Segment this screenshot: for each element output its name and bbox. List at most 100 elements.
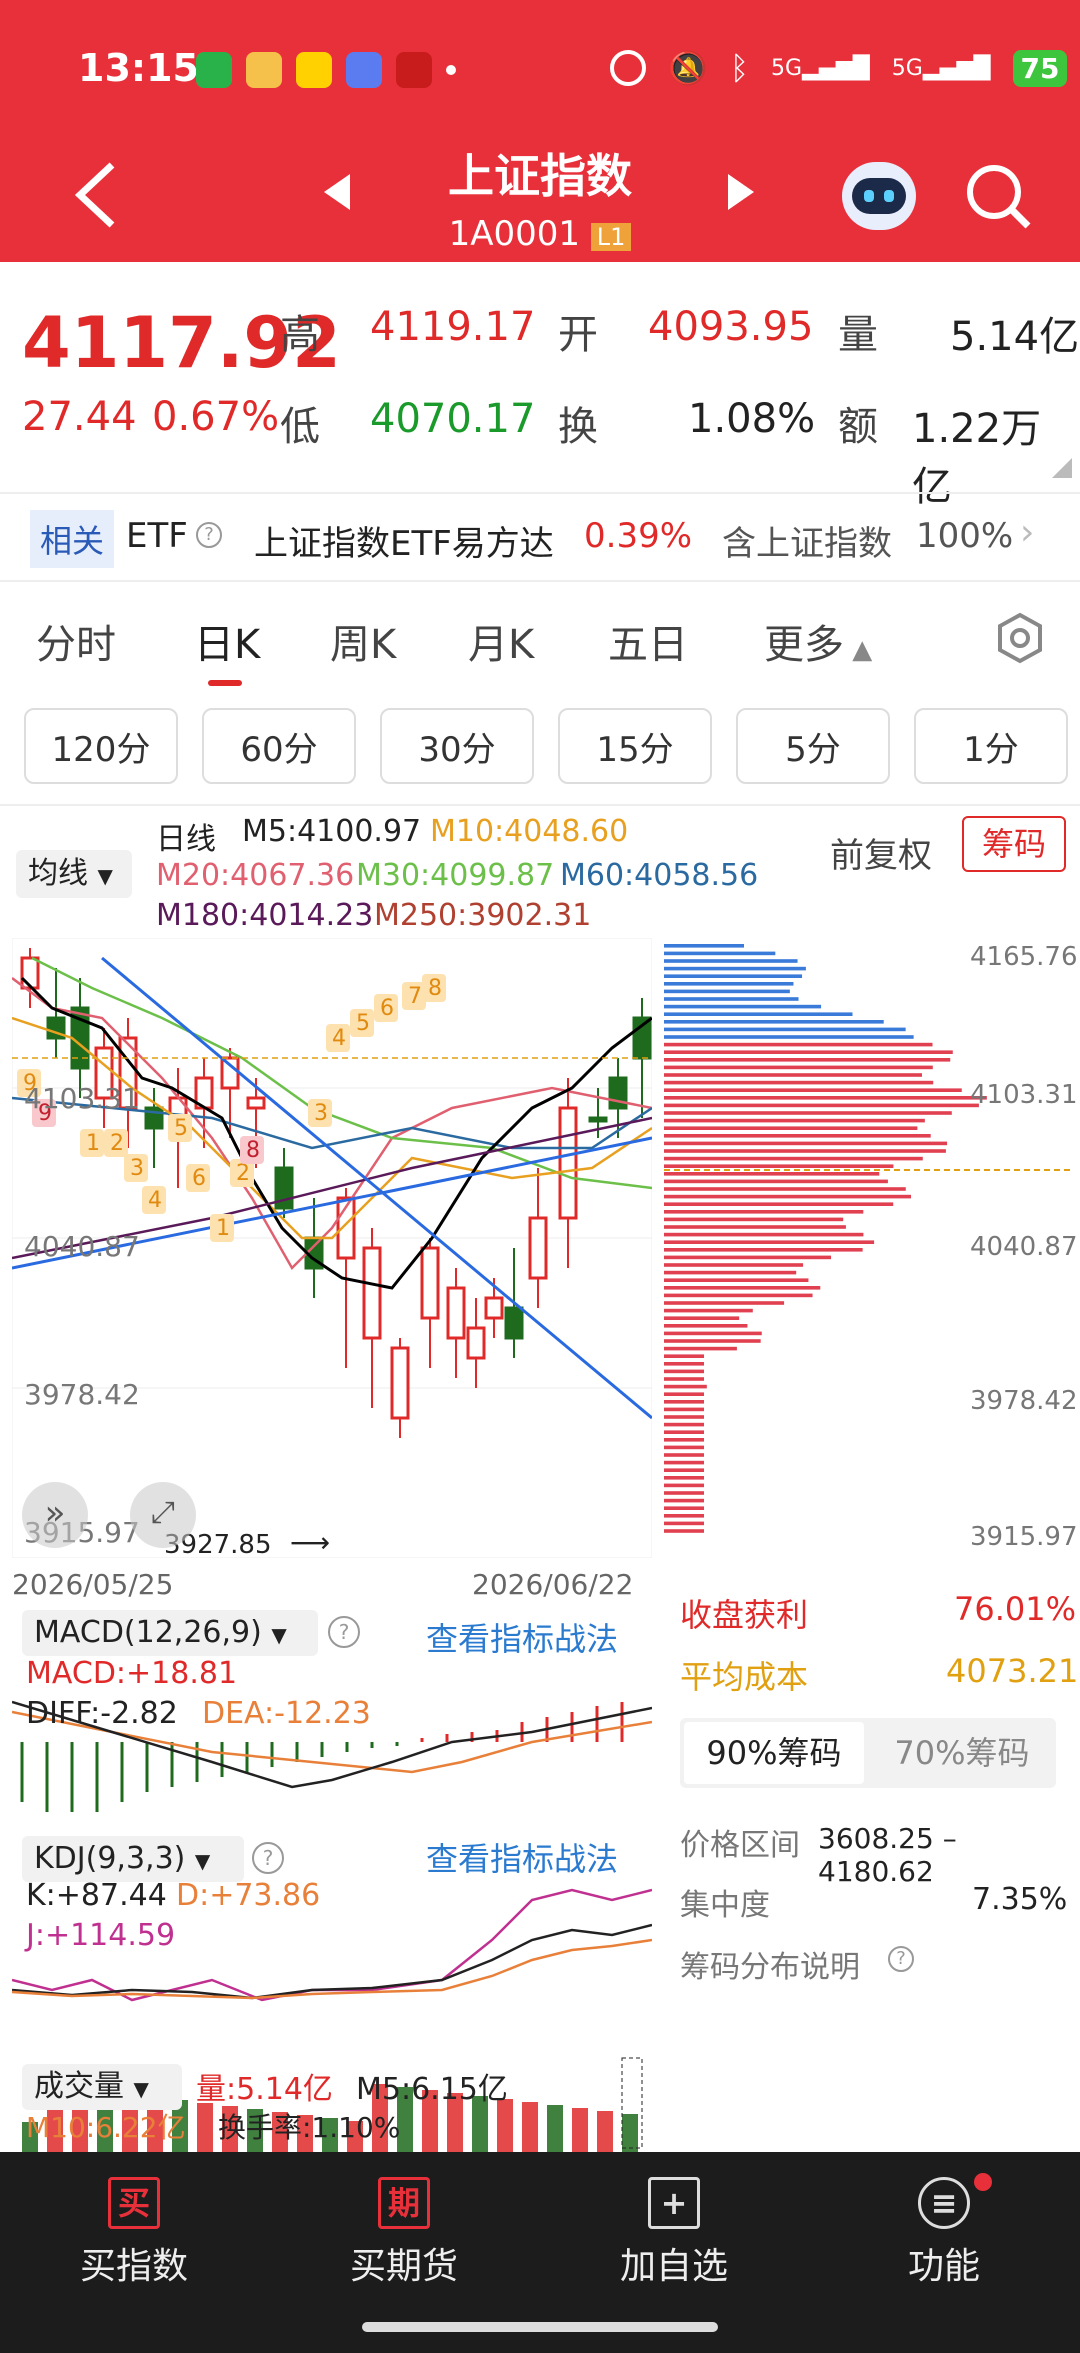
more-notifications-icon xyxy=(446,65,456,75)
chip-bar xyxy=(664,1498,704,1503)
turnover-label: 换 xyxy=(558,404,598,450)
open-label: 开 xyxy=(558,312,598,358)
tab-five-day[interactable]: 五日 xyxy=(608,612,688,670)
td-count-label: 6 xyxy=(192,1166,206,1191)
chip-price-label: 4103.31 xyxy=(970,1080,1078,1110)
volume-bar xyxy=(522,2102,538,2152)
candle-up xyxy=(466,1326,486,1360)
settings-hex-icon[interactable] xyxy=(994,612,1046,664)
nav-functions[interactable]: ≡ 功能 xyxy=(844,2173,1044,2289)
back-icon[interactable] xyxy=(72,160,120,230)
chip-bar xyxy=(664,1430,704,1434)
ma-period-label: 日线 xyxy=(156,822,216,857)
futures-icon: 期 xyxy=(378,2177,430,2229)
chip-bar xyxy=(664,1308,753,1313)
chip-bar xyxy=(664,1316,740,1320)
chip-bar xyxy=(664,1042,933,1047)
amount-label: 额 xyxy=(838,404,878,450)
macd-value: MACD:+18.81 xyxy=(26,1656,238,1691)
turnover-value: 1.08% xyxy=(688,396,816,442)
chip-bar xyxy=(664,1179,888,1184)
help-icon[interactable]: ? xyxy=(328,1616,360,1648)
help-icon[interactable]: ? xyxy=(252,1842,284,1874)
candle-up xyxy=(362,1246,382,1340)
chip-bar xyxy=(664,974,803,978)
td-count-label: 4 xyxy=(332,1026,346,1051)
kdj-selector[interactable]: KDJ(9,3,3) ▼ xyxy=(22,1836,244,1882)
interval-5min-button[interactable]: 5分 xyxy=(736,708,890,784)
title-block: 上证指数 1A0001 L1 xyxy=(380,140,700,254)
k-price-label: 4103.31 xyxy=(24,1082,140,1115)
profit-label: 收盘获利 xyxy=(680,1596,809,1634)
chip-bar xyxy=(664,1255,832,1260)
nav-add-watchlist[interactable]: + 加自选 xyxy=(574,2177,774,2289)
expand-corner-icon[interactable] xyxy=(1052,458,1072,478)
tab-70-chips[interactable]: 70%筹码 xyxy=(872,1722,1052,1784)
fullscreen-icon[interactable]: ⤢ xyxy=(130,1482,196,1548)
turnover-rate-value: 换手率:1.10% xyxy=(218,2111,401,2144)
nav-label: 买期货 xyxy=(349,2246,458,2287)
chip-explain-link[interactable]: 筹码分布说明 xyxy=(680,1942,860,1986)
etf-weight: 100% xyxy=(916,516,1014,556)
robot-assistant-icon[interactable] xyxy=(842,162,916,230)
date-end-label: 2026/06/22 xyxy=(472,1568,634,1601)
etf-name: 上证指数ETF易方达 xyxy=(254,524,554,564)
chip-bar xyxy=(664,1324,748,1328)
related-etf-bar[interactable]: 相关 ETF ? 上证指数ETF易方达 0.39% 含上证指数 100% › xyxy=(0,492,1080,582)
chips-button[interactable]: 筹码 xyxy=(962,816,1066,872)
chip-price-label: 4165.76 xyxy=(970,942,1078,972)
prev-stock-icon[interactable] xyxy=(322,172,352,212)
fast-forward-icon[interactable]: » xyxy=(22,1482,88,1548)
chip-bar xyxy=(664,1134,931,1138)
chip-bar xyxy=(664,1286,821,1290)
nav-buy-index[interactable]: 买 买指数 xyxy=(34,2177,234,2289)
avg-cost-value: 4073.21 xyxy=(946,1652,1079,1690)
chip-bar xyxy=(664,1225,846,1229)
interval-60min-button[interactable]: 60分 xyxy=(202,708,356,784)
tab-weekly-k[interactable]: 周K xyxy=(330,612,396,670)
level-badge: L1 xyxy=(590,223,632,251)
help-icon[interactable]: ? xyxy=(196,522,222,548)
macd-selector[interactable]: MACD(12,26,9) ▼ xyxy=(22,1610,318,1656)
chip-bar xyxy=(664,1050,953,1054)
chevron-right-icon: › xyxy=(1020,512,1035,553)
volume-value: 5.14亿 xyxy=(950,314,1080,360)
tab-more[interactable]: 更多 ▲ xyxy=(764,612,872,670)
chip-bar xyxy=(664,944,744,948)
ma-selector[interactable]: 均线 ▼ xyxy=(16,850,132,898)
tab-daily-k[interactable]: 日K xyxy=(194,612,260,670)
nav-label: 买指数 xyxy=(79,2246,188,2287)
chip-bar xyxy=(664,1263,804,1267)
page-title: 上证指数 xyxy=(448,149,632,203)
chip-bar xyxy=(664,1422,704,1427)
chip-price-label: 4040.87 xyxy=(970,1232,1078,1262)
related-tag: 相关 xyxy=(30,510,115,568)
header-bar: 上证指数 1A0001 L1 xyxy=(0,140,1080,262)
kdj-strategy-link[interactable]: 查看指标战法 xyxy=(426,1834,618,1880)
chip-bar xyxy=(664,1346,737,1351)
help-icon[interactable]: ? xyxy=(888,1946,914,1972)
adjust-label[interactable]: 前复权 xyxy=(830,828,932,877)
tab-monthly-k[interactable]: 月K xyxy=(468,612,534,670)
search-icon[interactable] xyxy=(964,162,1034,232)
candle-up xyxy=(528,1216,548,1280)
interval-1min-button[interactable]: 1分 xyxy=(914,708,1068,784)
chip-bar xyxy=(664,959,798,963)
interval-120min-button[interactable]: 120分 xyxy=(24,708,178,784)
chip-bar xyxy=(664,1202,894,1206)
tab-90-chips[interactable]: 90%筹码 xyxy=(684,1722,864,1784)
next-stock-icon[interactable] xyxy=(726,172,756,212)
candle-up xyxy=(446,1286,466,1340)
tab-timeshare[interactable]: 分时 xyxy=(36,612,116,670)
chip-bar xyxy=(664,1035,914,1039)
nav-buy-futures[interactable]: 期 买期货 xyxy=(304,2177,504,2289)
k-value: K:+87.44 xyxy=(26,1878,167,1913)
nav-label: 加自选 xyxy=(619,2246,728,2287)
interval-15min-button[interactable]: 15分 xyxy=(558,708,712,784)
chip-bar xyxy=(664,1445,704,1450)
macd-strategy-link[interactable]: 查看指标战法 xyxy=(426,1614,618,1660)
interval-30min-button[interactable]: 30分 xyxy=(380,708,534,784)
chip-price-label: 3915.97 xyxy=(970,1522,1078,1552)
td-count-label: 2 xyxy=(110,1131,124,1156)
volume-selector[interactable]: 成交量 ▼ xyxy=(22,2064,182,2110)
